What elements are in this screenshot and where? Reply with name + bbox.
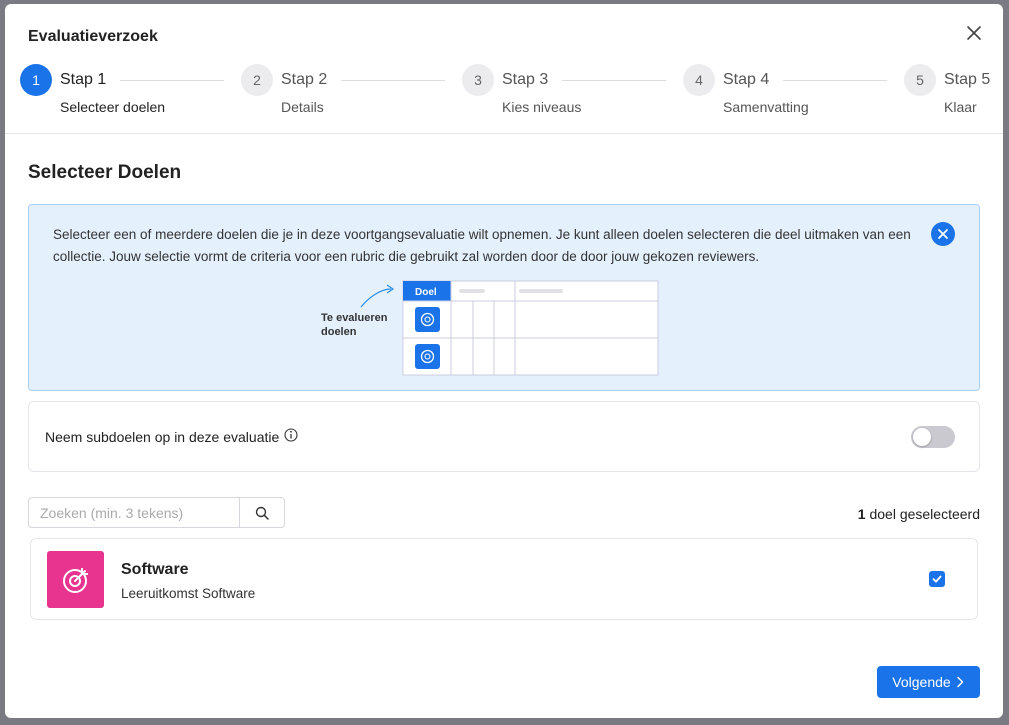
step-label: Stap 3	[502, 71, 549, 88]
step-connector	[562, 80, 666, 81]
step-label: Stap 2	[281, 71, 328, 88]
illustration-arrow	[360, 288, 392, 308]
selected-count-suffix: doel geselecteerd	[865, 506, 980, 522]
subgoals-card: Neem subdoelen op in deze evaluatie	[28, 401, 980, 472]
step-label: Stap 5	[944, 71, 991, 88]
modal-title: Evaluatieverzoek	[28, 28, 158, 45]
next-button-label: Volgende	[892, 674, 951, 690]
info-icon[interactable]	[284, 428, 298, 445]
step-number: 1	[20, 64, 52, 96]
illustration-header-label: Doel	[415, 287, 437, 298]
subgoals-toggle[interactable]	[911, 426, 955, 448]
next-button[interactable]: Volgende	[877, 666, 980, 698]
goal-card[interactable]: Software Leeruitkomst Software	[30, 538, 978, 620]
info-box: Selecteer een of meerdere doelen die je …	[28, 204, 980, 391]
toggle-knob	[913, 428, 931, 446]
checkmark-icon	[932, 575, 942, 583]
selected-count-number: 1	[857, 506, 866, 522]
goal-subtitle: Leeruitkomst Software	[121, 586, 256, 601]
step-number: 2	[241, 64, 273, 96]
step-sublabel: Klaar	[944, 99, 977, 115]
info-text: Selecteer een of meerdere doelen die je …	[53, 227, 911, 264]
step-number: 4	[683, 64, 715, 96]
search-box	[28, 497, 285, 528]
chevron-right-icon	[956, 676, 963, 688]
step-sublabel: Selecteer doelen	[60, 99, 166, 115]
step-connector	[783, 80, 887, 81]
illustration-caption-line2: doelen	[321, 326, 357, 338]
step-number: 3	[462, 64, 494, 96]
illustration-caption-line1: Te evalueren	[321, 312, 388, 324]
step-label: Stap 1	[60, 71, 107, 88]
target-icon	[47, 551, 104, 608]
step-number: 5	[904, 64, 936, 96]
goals-illustration: Te evalueren doelen Doel	[319, 277, 659, 377]
step-sublabel: Details	[281, 99, 324, 115]
step-label: Stap 4	[723, 71, 770, 88]
subgoals-label: Neem subdoelen op in deze evaluatie	[45, 428, 298, 445]
step-sublabel: Kies niveaus	[502, 99, 582, 115]
step-sublabel: Samenvatting	[723, 99, 809, 115]
section-title: Selecteer Doelen	[28, 162, 182, 183]
search-icon	[255, 506, 269, 520]
search-input[interactable]	[29, 498, 239, 527]
subgoals-label-text: Neem subdoelen op in deze evaluatie	[45, 428, 280, 445]
evaluation-request-modal: Evaluatieverzoek 1 Stap 1 Selecteer doel…	[5, 4, 1003, 718]
selected-count: 1 doel geselecteerd	[858, 506, 980, 522]
goal-checkbox[interactable]	[929, 571, 945, 587]
step-connector	[341, 80, 445, 81]
goal-title: Software	[121, 561, 189, 578]
info-close-icon[interactable]	[931, 222, 955, 246]
close-icon[interactable]	[963, 22, 985, 44]
search-button[interactable]	[239, 498, 284, 527]
stepper: 1 Stap 1 Selecteer doelen 2 Stap 2 Detai…	[20, 64, 990, 124]
step-connector	[120, 80, 224, 81]
modal-header: Evaluatieverzoek 1 Stap 1 Selecteer doel…	[5, 4, 1003, 134]
